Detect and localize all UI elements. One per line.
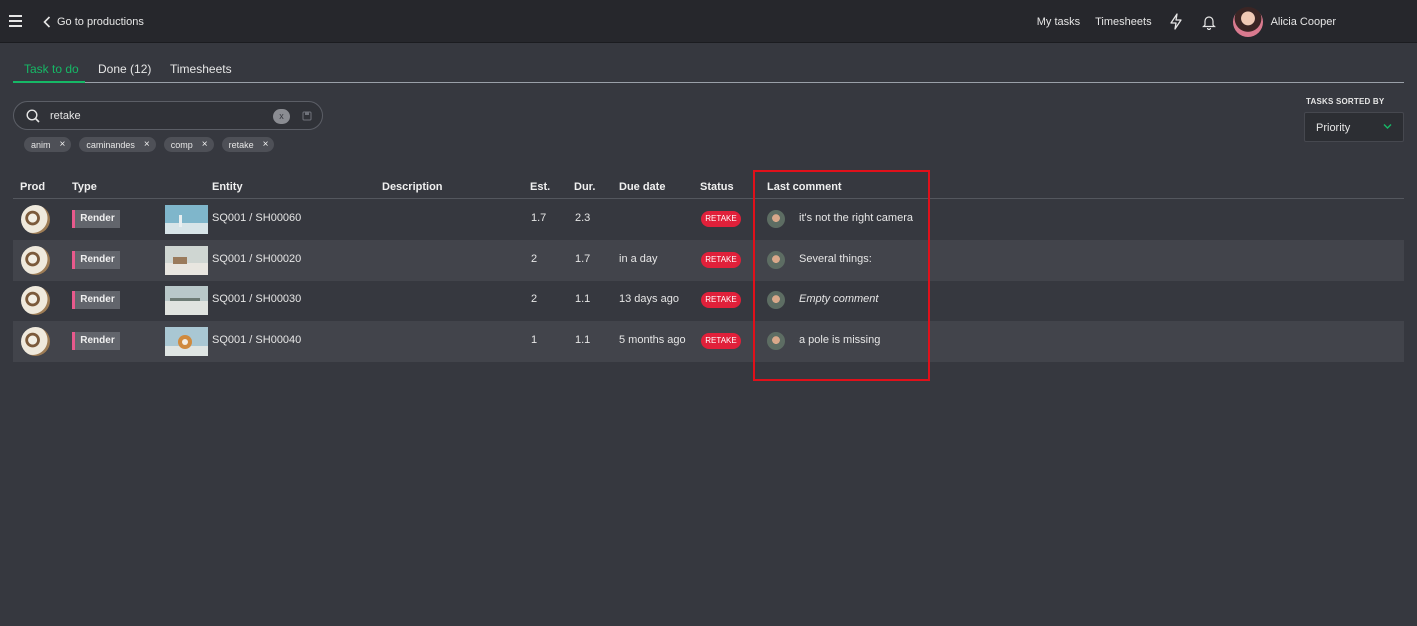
status-badge[interactable]: RETAKE bbox=[701, 252, 741, 268]
duration-cell: 1.7 bbox=[575, 253, 591, 265]
tab-done[interactable]: Done (12) bbox=[98, 62, 151, 76]
filter-chip: retake × bbox=[221, 137, 275, 152]
task-type-badge[interactable]: Render bbox=[72, 251, 120, 269]
tab-task-to-do[interactable]: Task to do bbox=[24, 62, 79, 76]
task-type-badge[interactable]: Render bbox=[72, 332, 120, 350]
filter-chips: anim × caminandes × comp × retake × bbox=[24, 137, 275, 152]
col-last-comment: Last comment bbox=[767, 181, 842, 193]
entity-name[interactable]: SQ001 / SH00030 bbox=[212, 293, 301, 305]
remove-chip-icon[interactable]: × bbox=[202, 139, 208, 150]
entity-name[interactable]: SQ001 / SH00040 bbox=[212, 334, 301, 346]
status-badge[interactable]: RETAKE bbox=[701, 333, 741, 349]
due-date-cell: 5 months ago bbox=[619, 334, 686, 346]
clear-search-button[interactable]: x bbox=[273, 109, 290, 124]
user-name[interactable]: Alicia Cooper bbox=[1271, 16, 1336, 28]
filter-chip-label: anim bbox=[31, 139, 51, 150]
user-avatar[interactable] bbox=[1232, 6, 1263, 37]
last-comment-text: it's not the right camera bbox=[799, 212, 913, 224]
search-icon bbox=[26, 109, 40, 123]
search-field[interactable]: retake x bbox=[13, 101, 323, 130]
col-entity: Entity bbox=[212, 181, 243, 193]
tab-timesheets[interactable]: Timesheets bbox=[170, 62, 232, 76]
status-badge[interactable]: RETAKE bbox=[701, 211, 741, 227]
entity-thumbnail[interactable] bbox=[165, 246, 208, 275]
entity-thumbnail[interactable] bbox=[165, 286, 208, 315]
col-dur: Dur. bbox=[574, 181, 596, 193]
task-type-badge[interactable]: Render bbox=[72, 210, 120, 228]
top-bar: Go to productions My tasks Timesheets Al… bbox=[0, 0, 1417, 43]
production-avatar bbox=[21, 286, 50, 315]
filter-chip-label: retake bbox=[228, 139, 254, 150]
estimate-cell: 1.7 bbox=[531, 212, 547, 224]
entity-name[interactable]: SQ001 / SH00020 bbox=[212, 253, 301, 265]
back-to-productions-link[interactable]: Go to productions bbox=[43, 13, 144, 31]
duration-cell: 2.3 bbox=[575, 212, 591, 224]
production-avatar bbox=[21, 205, 50, 234]
remove-chip-icon[interactable]: × bbox=[144, 139, 150, 150]
table-row[interactable]: Render SQ001 / SH00020 2 1.7 in a day RE… bbox=[13, 240, 1404, 281]
status-badge[interactable]: RETAKE bbox=[701, 292, 741, 308]
comment-author-avatar bbox=[767, 332, 785, 350]
comment-author-avatar bbox=[767, 210, 785, 228]
back-label: Go to productions bbox=[57, 16, 144, 28]
due-date-cell: 13 days ago bbox=[619, 293, 679, 305]
filter-chip: caminandes × bbox=[79, 137, 156, 152]
remove-chip-icon[interactable]: × bbox=[263, 139, 269, 150]
table-row[interactable]: Render SQ001 / SH00040 1 1.1 5 months ag… bbox=[13, 321, 1404, 362]
entity-thumbnail[interactable] bbox=[165, 327, 208, 356]
due-date-cell: in a day bbox=[619, 253, 658, 265]
col-status: Status bbox=[700, 181, 734, 193]
estimate-cell: 2 bbox=[531, 293, 538, 305]
col-est: Est. bbox=[530, 181, 551, 193]
sort-select[interactable]: Priority bbox=[1304, 112, 1404, 142]
menu-icon[interactable] bbox=[9, 15, 22, 29]
estimate-cell: 2 bbox=[531, 253, 538, 265]
entity-name[interactable]: SQ001 / SH00060 bbox=[212, 212, 301, 224]
comment-author-avatar bbox=[767, 291, 785, 309]
duration-cell: 1.1 bbox=[575, 334, 591, 346]
production-avatar bbox=[21, 327, 50, 356]
task-tabs: Task to do Done (12) Timesheets bbox=[13, 57, 1404, 83]
bell-icon[interactable] bbox=[1200, 13, 1218, 31]
filter-chip-label: caminandes bbox=[86, 139, 135, 150]
task-type-badge[interactable]: Render bbox=[72, 291, 120, 309]
sort-label: TASKS SORTED BY bbox=[1306, 97, 1385, 106]
filter-chip-label: comp bbox=[170, 139, 193, 150]
table-row[interactable]: Render SQ001 / SH00030 2 1.1 13 days ago… bbox=[13, 280, 1404, 321]
col-prod: Prod bbox=[20, 181, 46, 193]
last-comment-text: a pole is missing bbox=[799, 334, 881, 346]
nav-timesheets[interactable]: Timesheets bbox=[1095, 16, 1151, 28]
entity-thumbnail[interactable] bbox=[165, 205, 208, 234]
estimate-cell: 1 bbox=[531, 334, 538, 346]
nav-my-tasks[interactable]: My tasks bbox=[1037, 16, 1080, 28]
lightning-icon[interactable] bbox=[1167, 13, 1185, 31]
table-row[interactable]: Render SQ001 / SH00060 1.7 2.3 RETAKE it… bbox=[13, 199, 1404, 240]
production-avatar bbox=[21, 246, 50, 275]
save-search-icon[interactable] bbox=[302, 111, 312, 121]
table-header: Prod Type Entity Description Est. Dur. D… bbox=[13, 176, 1404, 199]
col-due-date: Due date bbox=[619, 181, 666, 193]
col-type: Type bbox=[72, 181, 97, 193]
filter-chip: anim × bbox=[24, 137, 72, 152]
last-comment-text: Several things: bbox=[799, 253, 872, 265]
search-input[interactable]: retake bbox=[50, 110, 81, 122]
chevron-left-icon bbox=[43, 16, 51, 28]
duration-cell: 1.1 bbox=[575, 293, 591, 305]
remove-chip-icon[interactable]: × bbox=[60, 139, 66, 150]
comment-author-avatar bbox=[767, 251, 785, 269]
last-comment-text: Empty comment bbox=[799, 293, 879, 305]
chevron-down-icon bbox=[1383, 124, 1392, 129]
sort-value: Priority bbox=[1316, 122, 1351, 134]
filter-chip: comp × bbox=[163, 137, 214, 152]
active-tab-indicator bbox=[13, 81, 85, 83]
col-description: Description bbox=[382, 181, 443, 193]
